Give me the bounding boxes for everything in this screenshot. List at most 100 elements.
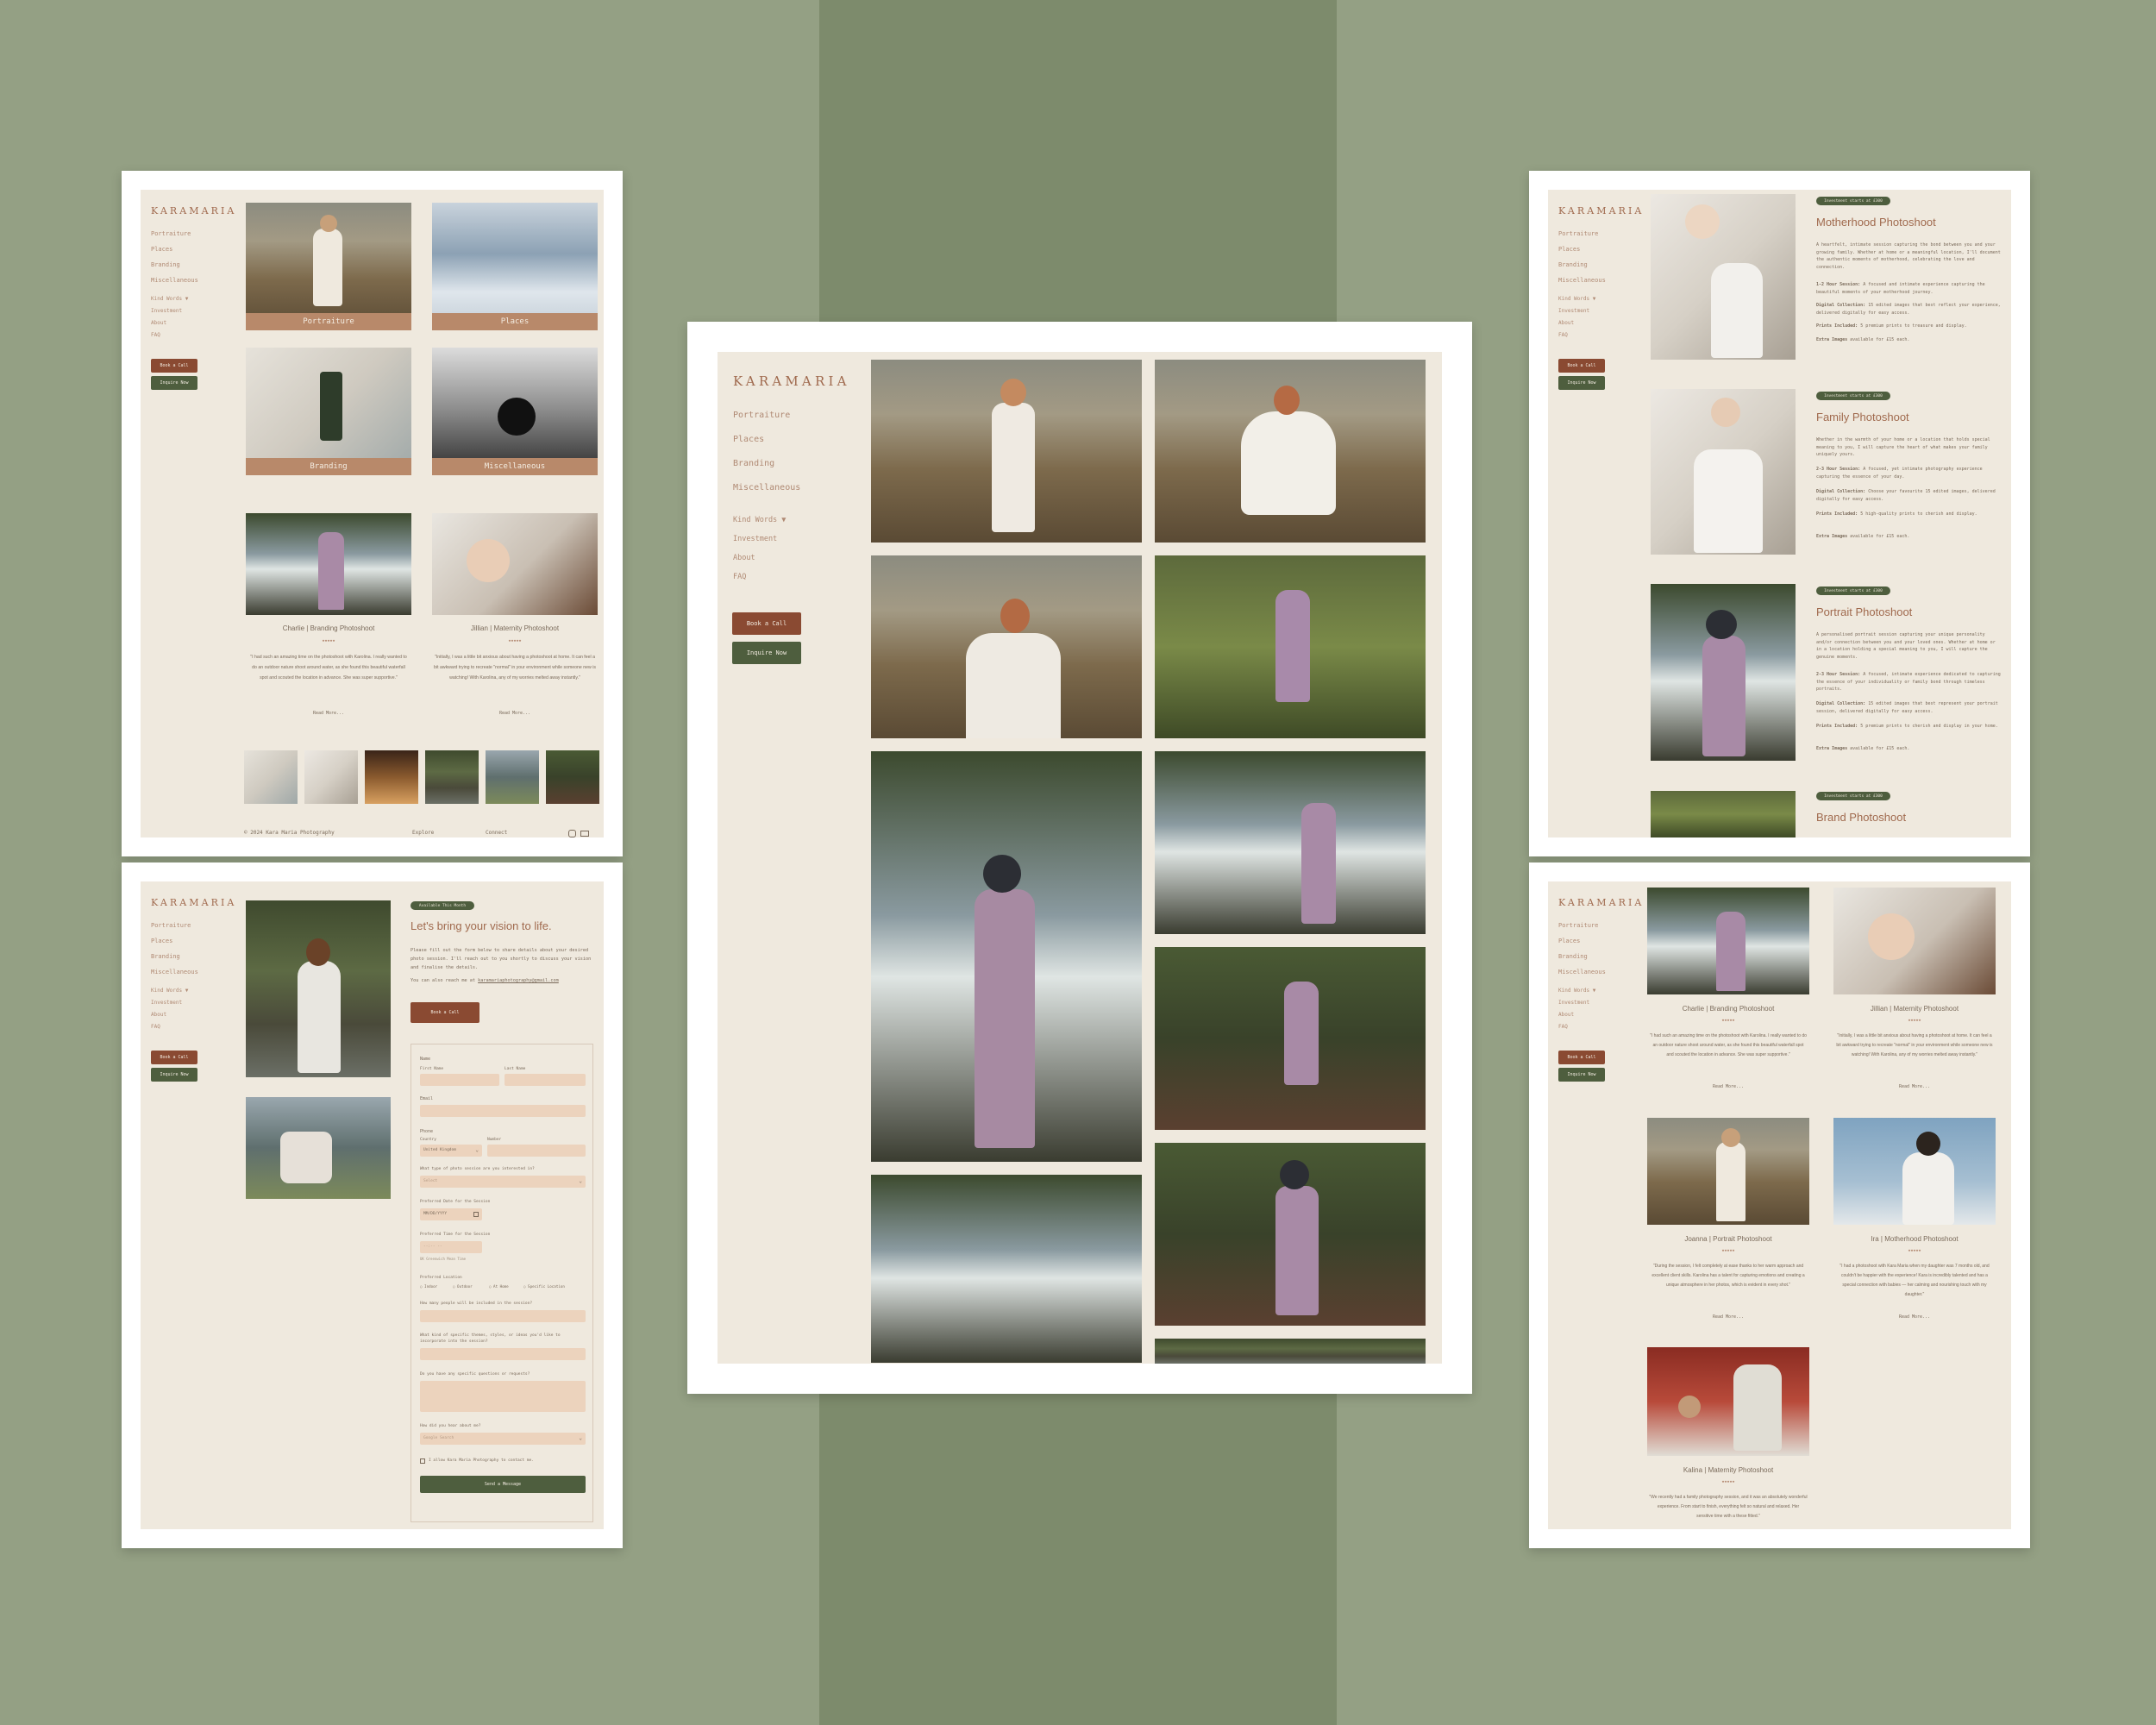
brand-logo[interactable]: KARAMARIA: [1558, 897, 1644, 908]
consent-checkbox[interactable]: [420, 1458, 425, 1464]
radio-indoor[interactable]: ○ Indoor: [420, 1284, 437, 1289]
gallery-photo[interactable]: [871, 360, 1142, 543]
branding-tile[interactable]: Branding: [246, 348, 411, 475]
read-more-link[interactable]: Read More...: [1647, 1084, 1809, 1089]
instagram-thumb[interactable]: [365, 750, 418, 804]
nav-portraiture[interactable]: Portraiture: [1558, 226, 1606, 242]
nav-portraiture[interactable]: Portraiture: [151, 226, 198, 242]
nav-portraiture[interactable]: Portraiture: [151, 918, 198, 933]
nav-about[interactable]: About: [151, 317, 188, 329]
nav-investment[interactable]: Investment: [1558, 305, 1595, 317]
gallery-photo[interactable]: [871, 751, 1142, 1162]
gallery-photo[interactable]: [871, 1175, 1142, 1363]
book-call-button[interactable]: Book a Call: [1558, 359, 1605, 373]
brand-logo[interactable]: KARAMARIA: [1558, 205, 1644, 216]
gallery-photo[interactable]: [1155, 947, 1426, 1130]
read-more-link[interactable]: Read More...: [1647, 1314, 1809, 1320]
inquire-now-button[interactable]: Inquire Now: [151, 376, 197, 390]
nav-investment[interactable]: Investment: [733, 530, 786, 549]
gallery-photo[interactable]: [1155, 1143, 1426, 1326]
nav-miscellaneous[interactable]: Miscellaneous: [151, 273, 198, 288]
nav-kind-words[interactable]: Kind Words ▼: [1558, 293, 1595, 305]
nav-faq[interactable]: FAQ: [151, 329, 188, 342]
nav-investment[interactable]: Investment: [1558, 997, 1595, 1009]
brand-logo[interactable]: KARAMARIA: [151, 205, 236, 216]
brand-logo[interactable]: KARAMARIA: [733, 373, 850, 389]
nav-places[interactable]: Places: [733, 428, 800, 452]
book-call-button[interactable]: Book a Call: [411, 1002, 479, 1023]
places-tile[interactable]: Places: [432, 203, 598, 330]
inquire-now-button[interactable]: Inquire Now: [1558, 376, 1605, 390]
instagram-thumb[interactable]: [244, 750, 298, 804]
nav-portraiture[interactable]: Portraiture: [1558, 918, 1606, 933]
nav-about[interactable]: About: [1558, 317, 1595, 329]
heard-select[interactable]: Google Search ⌄: [420, 1433, 586, 1445]
footer-connect[interactable]: Connect: [486, 830, 507, 836]
first-name-field[interactable]: [420, 1074, 499, 1086]
miscellaneous-tile[interactable]: Miscellaneous: [432, 348, 598, 475]
phone-number-field[interactable]: [487, 1145, 586, 1157]
nav-faq[interactable]: FAQ: [733, 568, 786, 586]
nav-miscellaneous[interactable]: Miscellaneous: [151, 964, 198, 980]
book-call-button[interactable]: Book a Call: [151, 1051, 197, 1064]
read-more-link[interactable]: Read More...: [1833, 1314, 1996, 1320]
instagram-thumb[interactable]: [425, 750, 479, 804]
mail-icon[interactable]: [580, 831, 589, 837]
nav-branding[interactable]: Branding: [733, 452, 800, 476]
read-more-link[interactable]: Read More...: [1833, 1084, 1996, 1089]
nav-investment[interactable]: Investment: [151, 997, 188, 1009]
inquire-now-button[interactable]: Inquire Now: [151, 1068, 197, 1082]
book-call-button[interactable]: Book a Call: [732, 612, 801, 635]
gallery-photo[interactable]: [1155, 1339, 1426, 1364]
read-more-link[interactable]: Read More...: [432, 711, 598, 716]
themes-field[interactable]: [420, 1348, 586, 1360]
nav-faq[interactable]: FAQ: [151, 1021, 188, 1033]
nav-places[interactable]: Places: [1558, 933, 1606, 949]
nav-places[interactable]: Places: [1558, 242, 1606, 257]
nav-kind-words[interactable]: Kind Words ▼: [733, 511, 786, 530]
brand-logo[interactable]: KARAMARIA: [151, 897, 236, 908]
gallery-photo[interactable]: [1155, 555, 1426, 738]
instagram-thumb[interactable]: [486, 750, 539, 804]
last-name-field[interactable]: [505, 1074, 586, 1086]
instagram-thumb[interactable]: [546, 750, 599, 804]
calendar-icon[interactable]: [473, 1212, 479, 1217]
contact-email-link[interactable]: karamariaphotography@gmail.com: [478, 978, 559, 983]
nav-branding[interactable]: Branding: [151, 257, 198, 273]
nav-faq[interactable]: FAQ: [1558, 1021, 1595, 1033]
country-select[interactable]: United Kingdom ⌄: [420, 1145, 482, 1157]
radio-at-home[interactable]: ○ At Home: [489, 1284, 509, 1289]
time-field[interactable]: --:-- --: [420, 1241, 482, 1253]
read-more-link[interactable]: Read More...: [246, 711, 411, 716]
nav-faq[interactable]: FAQ: [1558, 329, 1595, 342]
send-message-button[interactable]: Send a Message: [420, 1476, 586, 1493]
nav-kind-words[interactable]: Kind Words ▼: [1558, 985, 1595, 997]
nav-kind-words[interactable]: Kind Words ▼: [151, 293, 188, 305]
nav-miscellaneous[interactable]: Miscellaneous: [1558, 273, 1606, 288]
session-type-select[interactable]: Select ⌄: [420, 1176, 586, 1188]
inquire-now-button[interactable]: Inquire Now: [1558, 1068, 1605, 1082]
nav-places[interactable]: Places: [151, 933, 198, 949]
nav-about[interactable]: About: [733, 549, 786, 568]
nav-about[interactable]: About: [151, 1009, 188, 1021]
instagram-thumb[interactable]: [304, 750, 358, 804]
nav-investment[interactable]: Investment: [151, 305, 188, 317]
gallery-photo[interactable]: [1155, 360, 1426, 543]
instagram-icon[interactable]: [568, 830, 576, 837]
nav-kind-words[interactable]: Kind Words ▼: [151, 985, 188, 997]
portraiture-tile[interactable]: Portraiture: [246, 203, 411, 330]
book-call-button[interactable]: Book a Call: [1558, 1051, 1605, 1064]
radio-specific[interactable]: ○ Specific Location: [523, 1284, 565, 1289]
gallery-photo[interactable]: [1155, 751, 1426, 934]
nav-portraiture[interactable]: Portraiture: [733, 404, 800, 428]
nav-branding[interactable]: Branding: [1558, 949, 1606, 964]
date-field[interactable]: MM/DD/YYYY: [420, 1208, 482, 1220]
nav-branding[interactable]: Branding: [1558, 257, 1606, 273]
footer-explore[interactable]: Explore: [412, 830, 434, 836]
nav-branding[interactable]: Branding: [151, 949, 198, 964]
gallery-photo[interactable]: [871, 555, 1142, 738]
book-call-button[interactable]: Book a Call: [151, 359, 197, 373]
nav-places[interactable]: Places: [151, 242, 198, 257]
email-field[interactable]: [420, 1105, 586, 1117]
inquire-now-button[interactable]: Inquire Now: [732, 642, 801, 664]
